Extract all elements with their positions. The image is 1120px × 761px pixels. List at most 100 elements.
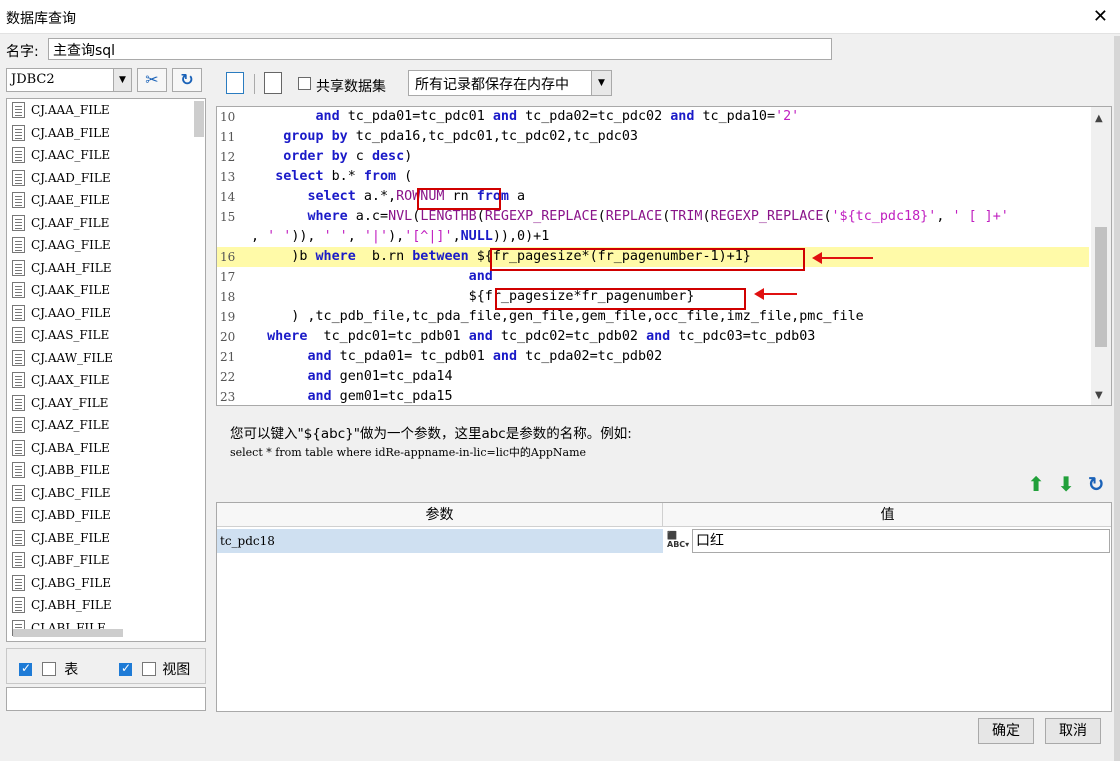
name-input[interactable]: 主查询sql — [48, 38, 832, 60]
line-number: 20 — [220, 330, 236, 344]
table-file-icon — [12, 462, 25, 478]
list-item[interactable]: CJ.ABC_FILE — [7, 482, 205, 505]
table-filter[interactable]: 表 — [19, 659, 78, 679]
hint-text: 您可以键入"${abc}"做为一个参数，这里abc是参数的名称。例如: — [230, 426, 632, 442]
table-name: CJ.AAG_FILE — [31, 238, 111, 252]
code-line[interactable]: 10 and tc_pda01=tc_pdc01 and tc_pda02=tc… — [217, 107, 1089, 127]
code-text: , ' ')), ' ', '|'),'[^|]',NULL)),0)+1 — [251, 229, 550, 244]
code-line[interactable]: 12 order by c desc) — [217, 147, 1089, 167]
share-dataset-checkbox[interactable] — [298, 77, 311, 90]
refresh-button[interactable]: ↻ — [172, 68, 202, 92]
list-item[interactable]: CJ.ABE_FILE — [7, 527, 205, 550]
column-header-value[interactable]: 值 — [664, 503, 1111, 527]
parameter-hint: 您可以键入"${abc}"做为一个参数，这里abc是参数的名称。例如: sele… — [216, 418, 1112, 478]
text-type-icon[interactable]: ⬛ ABC▾ — [667, 531, 691, 549]
code-line[interactable]: 13 select b.* from ( — [217, 167, 1089, 187]
code-text: where a.c=NVL(LENGTHB(REGEXP_REPLACE(REP… — [307, 209, 1009, 224]
list-item[interactable]: CJ.ABH_FILE — [7, 594, 205, 617]
list-item[interactable]: CJ.AAA_FILE — [7, 99, 205, 122]
annotation-box-rownum — [417, 188, 501, 210]
list-item[interactable]: CJ.AAF_FILE — [7, 212, 205, 235]
code-line[interactable]: 23 and gem01=tc_pda15 — [217, 387, 1089, 405]
move-up-icon[interactable]: ⬆ — [1024, 472, 1048, 496]
table-file-icon — [12, 372, 25, 388]
code-line[interactable]: 15 where a.c=NVL(LENGTHB(REGEXP_REPLACE(… — [217, 207, 1089, 227]
title-bar: 数据库查询 ✕ — [0, 0, 1120, 34]
code-line[interactable]: 19 ) ,tc_pdb_file,tc_pda_file,gen_file,g… — [217, 307, 1089, 327]
list-item[interactable]: CJ.AAY_FILE — [7, 392, 205, 415]
connection-settings-button[interactable]: ✂ — [137, 68, 167, 92]
code-line[interactable]: 21 and tc_pda01= tc_pdb01 and tc_pda02=t… — [217, 347, 1089, 367]
view-filter[interactable]: 视图 — [119, 659, 190, 679]
param-name-cell[interactable]: tc_pdc18 — [217, 529, 663, 553]
editor-scrollbar[interactable]: ▲ ▼ — [1091, 107, 1111, 405]
list-item[interactable]: CJ.ABB_FILE — [7, 459, 205, 482]
annotation-box-start-param — [490, 248, 805, 271]
tree-horizontal-scrollbar[interactable] — [13, 629, 123, 637]
list-item[interactable]: CJ.AAZ_FILE — [7, 414, 205, 437]
annotation-arrow — [754, 288, 797, 300]
table-name: CJ.AAS_FILE — [31, 328, 110, 342]
code-line[interactable]: 11 group by tc_pda16,tc_pdc01,tc_pdc02,t… — [217, 127, 1089, 147]
list-item[interactable]: CJ.AAB_FILE — [7, 122, 205, 145]
chevron-down-icon[interactable]: ▼ — [591, 71, 611, 95]
code-text: and tc_pda01=tc_pdc01 and tc_pda02=tc_pd… — [315, 109, 800, 124]
left-toolbar: JDBC2 ▼ ✂ ↻ — [6, 68, 211, 94]
tree-vertical-scrollbar[interactable] — [194, 101, 204, 137]
close-icon[interactable]: ✕ — [1093, 6, 1108, 27]
list-item[interactable]: CJ.ABF_FILE — [7, 549, 205, 572]
table-name: CJ.ABH_FILE — [31, 598, 112, 612]
table-name: CJ.AAD_FILE — [31, 170, 111, 185]
move-down-icon[interactable]: ⬇ — [1054, 472, 1078, 496]
table-file-icon — [12, 552, 25, 568]
list-item[interactable]: CJ.AAW_FILE — [7, 347, 205, 370]
list-item[interactable]: CJ.ABG_FILE — [7, 572, 205, 595]
column-header-param[interactable]: 参数 — [217, 503, 663, 527]
table-icon — [42, 662, 57, 676]
table-file-icon — [12, 259, 25, 276]
table-search-input[interactable] — [6, 687, 206, 711]
preview-icon[interactable] — [226, 72, 244, 94]
editor-scroll-thumb[interactable] — [1095, 227, 1107, 347]
view-checkbox[interactable] — [119, 661, 132, 676]
list-item[interactable]: CJ.AAE_FILE — [7, 189, 205, 212]
code-text: and gem01=tc_pda15 — [307, 389, 453, 404]
list-item[interactable]: CJ.AAH_FILE — [7, 257, 205, 280]
ok-button[interactable]: 确定 — [978, 718, 1034, 744]
chevron-up-icon[interactable]: ▲ — [1095, 113, 1103, 124]
table-row[interactable]: tc_pdc18 ⬛ ABC▾ 口红 — [217, 529, 1111, 553]
list-item[interactable]: CJ.AAK_FILE — [7, 279, 205, 302]
list-item[interactable]: CJ.ABD_FILE — [7, 504, 205, 527]
refresh-params-icon[interactable]: ↻ — [1084, 472, 1108, 496]
list-item[interactable]: CJ.AAX_FILE — [7, 369, 205, 392]
list-item[interactable]: CJ.AAC_FILE — [7, 144, 205, 167]
list-item[interactable]: CJ.AAS_FILE — [7, 324, 205, 347]
table-name: CJ.AAF_FILE — [31, 215, 110, 230]
list-item[interactable]: CJ.AAO_FILE — [7, 302, 205, 325]
chevron-down-icon[interactable]: ▼ — [1095, 390, 1103, 401]
list-item[interactable]: CJ.AAD_FILE — [7, 167, 205, 190]
share-dataset-label: 共享数据集 — [316, 79, 386, 95]
cancel-button[interactable]: 取消 — [1045, 718, 1101, 744]
code-line[interactable]: 20 where tc_pdc01=tc_pdb01 and tc_pdc02=… — [217, 327, 1089, 347]
code-line[interactable]: 22 and gen01=tc_pda14 — [217, 367, 1089, 387]
table-name: CJ.AAK_FILE — [31, 283, 110, 297]
new-document-icon[interactable] — [264, 72, 282, 94]
table-name: CJ.AAC_FILE — [31, 148, 111, 162]
code-line[interactable]: 14 select a.*,ROWNUM rn from a — [217, 187, 1089, 207]
list-item[interactable]: CJ.ABA_FILE — [7, 437, 205, 460]
table-file-icon — [12, 304, 25, 321]
table-checkbox[interactable] — [19, 661, 32, 676]
sql-editor[interactable]: 10 and tc_pda01=tc_pdc01 and tc_pda02=tc… — [216, 106, 1112, 406]
code-line[interactable]: , ' ')), ' ', '|'),'[^|]',NULL)),0)+1 — [217, 227, 1089, 247]
param-value-input[interactable]: 口红 — [692, 529, 1110, 553]
editor-toolbar: 共享数据集 所有记录都保存在内存中 ▼ — [216, 68, 1112, 100]
table-name: CJ.AAB_FILE — [31, 125, 110, 140]
parameter-table-header: 参数 值 — [217, 503, 1111, 527]
memory-mode-select[interactable]: 所有记录都保存在内存中 ▼ — [408, 70, 612, 96]
list-item[interactable]: CJ.AAG_FILE — [7, 234, 205, 257]
chevron-down-icon[interactable]: ▼ — [113, 69, 131, 91]
table-file-icon — [12, 327, 25, 343]
view-filter-label: 视图 — [162, 662, 191, 678]
connection-select[interactable]: JDBC2 ▼ — [6, 68, 132, 92]
